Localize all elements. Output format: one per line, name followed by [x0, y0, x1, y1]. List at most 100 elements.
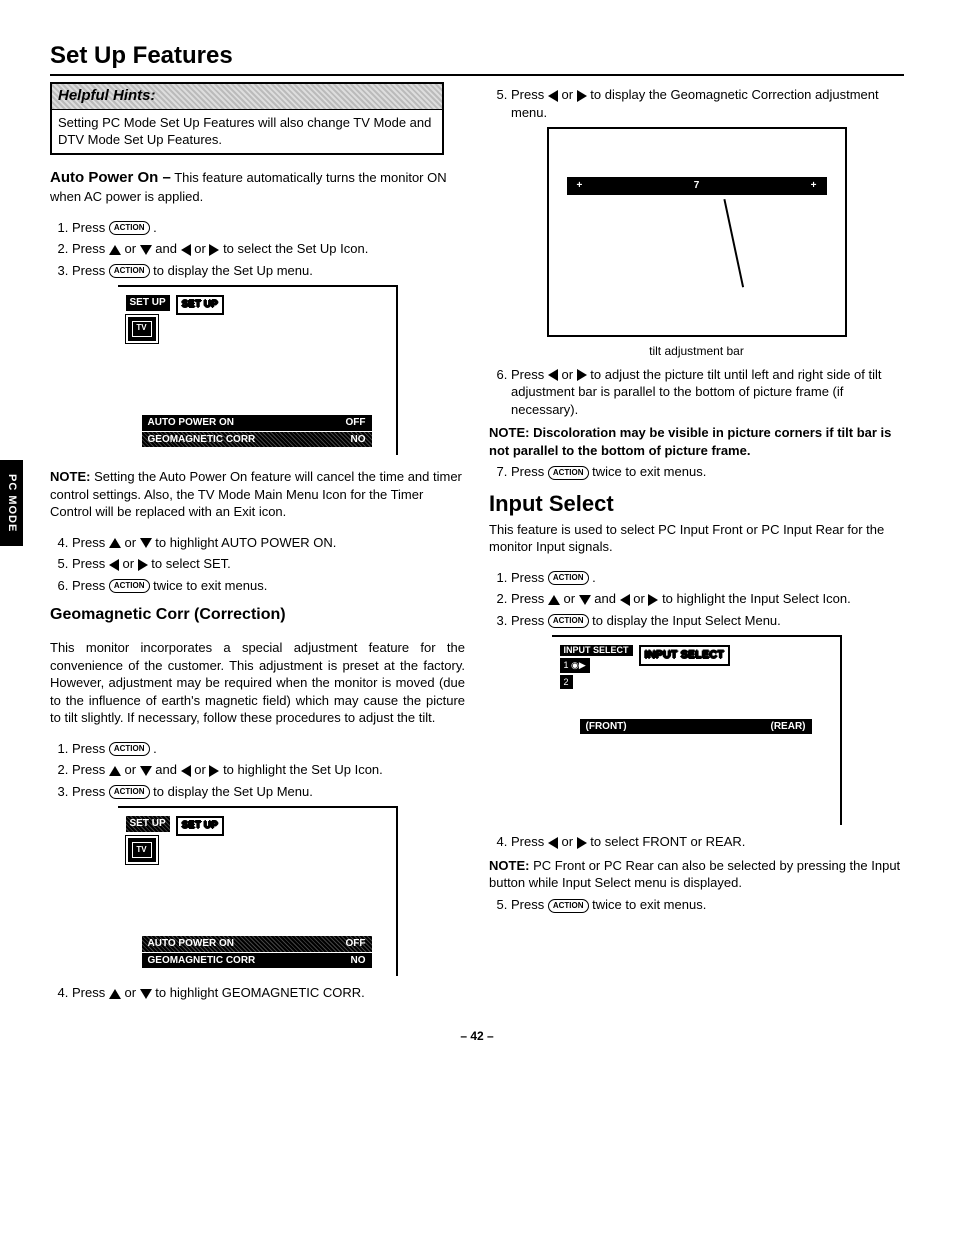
list-item: Press ACTION . [72, 219, 465, 237]
setup-osd-screenshot-2: SET UP TV SET UP AUTO POWER ON OFF GEOMA… [118, 806, 398, 976]
osd-line: GEOMAGNETIC CORR NO [142, 432, 372, 448]
osd-tv-icon: TV [126, 836, 158, 864]
page-number: – 42 – [50, 1028, 904, 1044]
list-item: Press or and or to select the Set Up Ico… [72, 240, 465, 258]
side-tab: PC MODE [0, 460, 23, 546]
step-text: or [563, 591, 575, 606]
tilt-line-icon [723, 199, 744, 287]
step-text: or [633, 591, 645, 606]
helpful-hints-box: Helpful Hints: Setting PC Mode Set Up Fe… [50, 82, 444, 154]
note-text: Setting the Auto Power On feature will c… [50, 469, 462, 519]
step-text: or [194, 241, 206, 256]
step-text: . [153, 220, 157, 235]
list-item: Press ACTION . [511, 569, 904, 587]
osd-tv-label: TV [136, 323, 146, 334]
step-text: Press [72, 535, 105, 550]
step-text: to highlight GEOMAGNETIC CORR. [155, 985, 365, 1000]
step-text: or [122, 556, 134, 571]
list-item: Press ACTION to display the Set Up Menu. [72, 783, 465, 801]
step-text: Press [511, 367, 544, 382]
left-column: Helpful Hints: Setting PC Mode Set Up Fe… [50, 82, 465, 1008]
note-label: NOTE: [489, 425, 529, 440]
list-item: Press ACTION twice to exit menus. [511, 463, 904, 481]
input-note: NOTE: PC Front or PC Rear can also be se… [489, 857, 904, 892]
step-text: Press [511, 591, 544, 606]
step-text: to select FRONT or REAR. [590, 834, 745, 849]
right-arrow-icon [648, 594, 658, 606]
osd-line-left: GEOMAGNETIC CORR [148, 433, 256, 447]
auto-power-steps: Press ACTION . Press or and or to select… [50, 219, 465, 280]
geomagnetic-intro: This monitor incorporates a special adju… [50, 639, 465, 727]
geo-note: NOTE: Discoloration may be visible in pi… [489, 424, 904, 459]
step-text: to highlight the Input Select Icon. [662, 591, 851, 606]
left-arrow-icon [548, 90, 558, 102]
step-text: or [561, 367, 573, 382]
step-text: Press [72, 556, 105, 571]
osd-line-right: NO [351, 954, 366, 968]
hints-body: Setting PC Mode Set Up Features will als… [52, 110, 442, 153]
step-text: or [124, 535, 136, 550]
step-text: Press [511, 613, 544, 628]
auto-power-intro: Auto Power On – This feature automatical… [50, 168, 465, 206]
osd-tv-icon: TV [126, 315, 158, 343]
down-arrow-icon [579, 595, 591, 605]
action-button-icon: ACTION [109, 264, 150, 278]
left-arrow-icon [109, 559, 119, 571]
tilt-adjustment-screenshot: + 7 + [547, 127, 847, 337]
step-text: or [124, 762, 136, 777]
up-arrow-icon [548, 595, 560, 605]
step-text: to highlight the Set Up Icon. [223, 762, 383, 777]
step-text: or [561, 87, 573, 102]
list-item: Press ACTION to display the Input Select… [511, 612, 904, 630]
step-text: Press [72, 241, 105, 256]
step-text: to select the Set Up Icon. [223, 241, 368, 256]
list-item: Press or to select FRONT or REAR. [511, 833, 904, 851]
right-column: Press or to display the Geomagnetic Corr… [489, 82, 904, 1008]
left-arrow-icon [181, 244, 191, 256]
up-arrow-icon [109, 989, 121, 999]
input-select-heading: Input Select [489, 489, 904, 519]
step-text: Press [511, 87, 544, 102]
list-item: Press or and or to highlight the Input S… [511, 590, 904, 608]
osd-front: (FRONT) [586, 720, 627, 734]
down-arrow-icon [140, 989, 152, 999]
list-item: Press or to highlight GEOMAGNETIC CORR. [72, 984, 465, 1002]
step-text: or [124, 241, 136, 256]
step-text: Press [511, 897, 544, 912]
osd-line-right: OFF [346, 937, 366, 951]
step-text: to highlight AUTO POWER ON. [155, 535, 336, 550]
step-text: Press [72, 784, 105, 799]
right-arrow-icon [577, 369, 587, 381]
up-arrow-icon [109, 538, 121, 548]
list-item: Press or and or to highlight the Set Up … [72, 761, 465, 779]
step-text: Press [72, 985, 105, 1000]
step-text: or [124, 985, 136, 1000]
list-item: Press ACTION to display the Set Up menu. [72, 262, 465, 280]
step-text: and [155, 762, 177, 777]
auto-power-note: NOTE: Setting the Auto Power On feature … [50, 468, 465, 521]
step-text: to display the Set Up Menu. [153, 784, 313, 799]
left-arrow-icon [181, 765, 191, 777]
down-arrow-icon [140, 245, 152, 255]
step-text: Press [72, 762, 105, 777]
up-arrow-icon [109, 766, 121, 776]
right-arrow-icon [577, 837, 587, 849]
list-item: Press ACTION . [72, 740, 465, 758]
step-text: or [194, 762, 206, 777]
input-select-osd-screenshot: INPUT SELECT 1 ◉▶ 2 INPUT SELECT (FRONT)… [552, 635, 842, 825]
note-text: PC Front or PC Rear can also be selected… [489, 858, 900, 891]
tilt-plus-right: + [811, 179, 817, 193]
up-arrow-icon [109, 245, 121, 255]
geo-steps-right-3: Press ACTION twice to exit menus. [489, 463, 904, 481]
osd-setup-small: SET UP [126, 816, 170, 832]
step-text: . [153, 741, 157, 756]
geo-steps-right: Press or to display the Geomagnetic Corr… [489, 86, 904, 121]
osd-input-row-1: 1 ◉▶ [560, 658, 590, 672]
right-arrow-icon [209, 765, 219, 777]
step-text: and [155, 241, 177, 256]
osd-line: AUTO POWER ON OFF [142, 415, 372, 431]
action-button-icon: ACTION [548, 614, 589, 628]
right-arrow-icon [209, 244, 219, 256]
auto-power-steps-2: Press or to highlight AUTO POWER ON. Pre… [50, 534, 465, 595]
left-arrow-icon [620, 594, 630, 606]
